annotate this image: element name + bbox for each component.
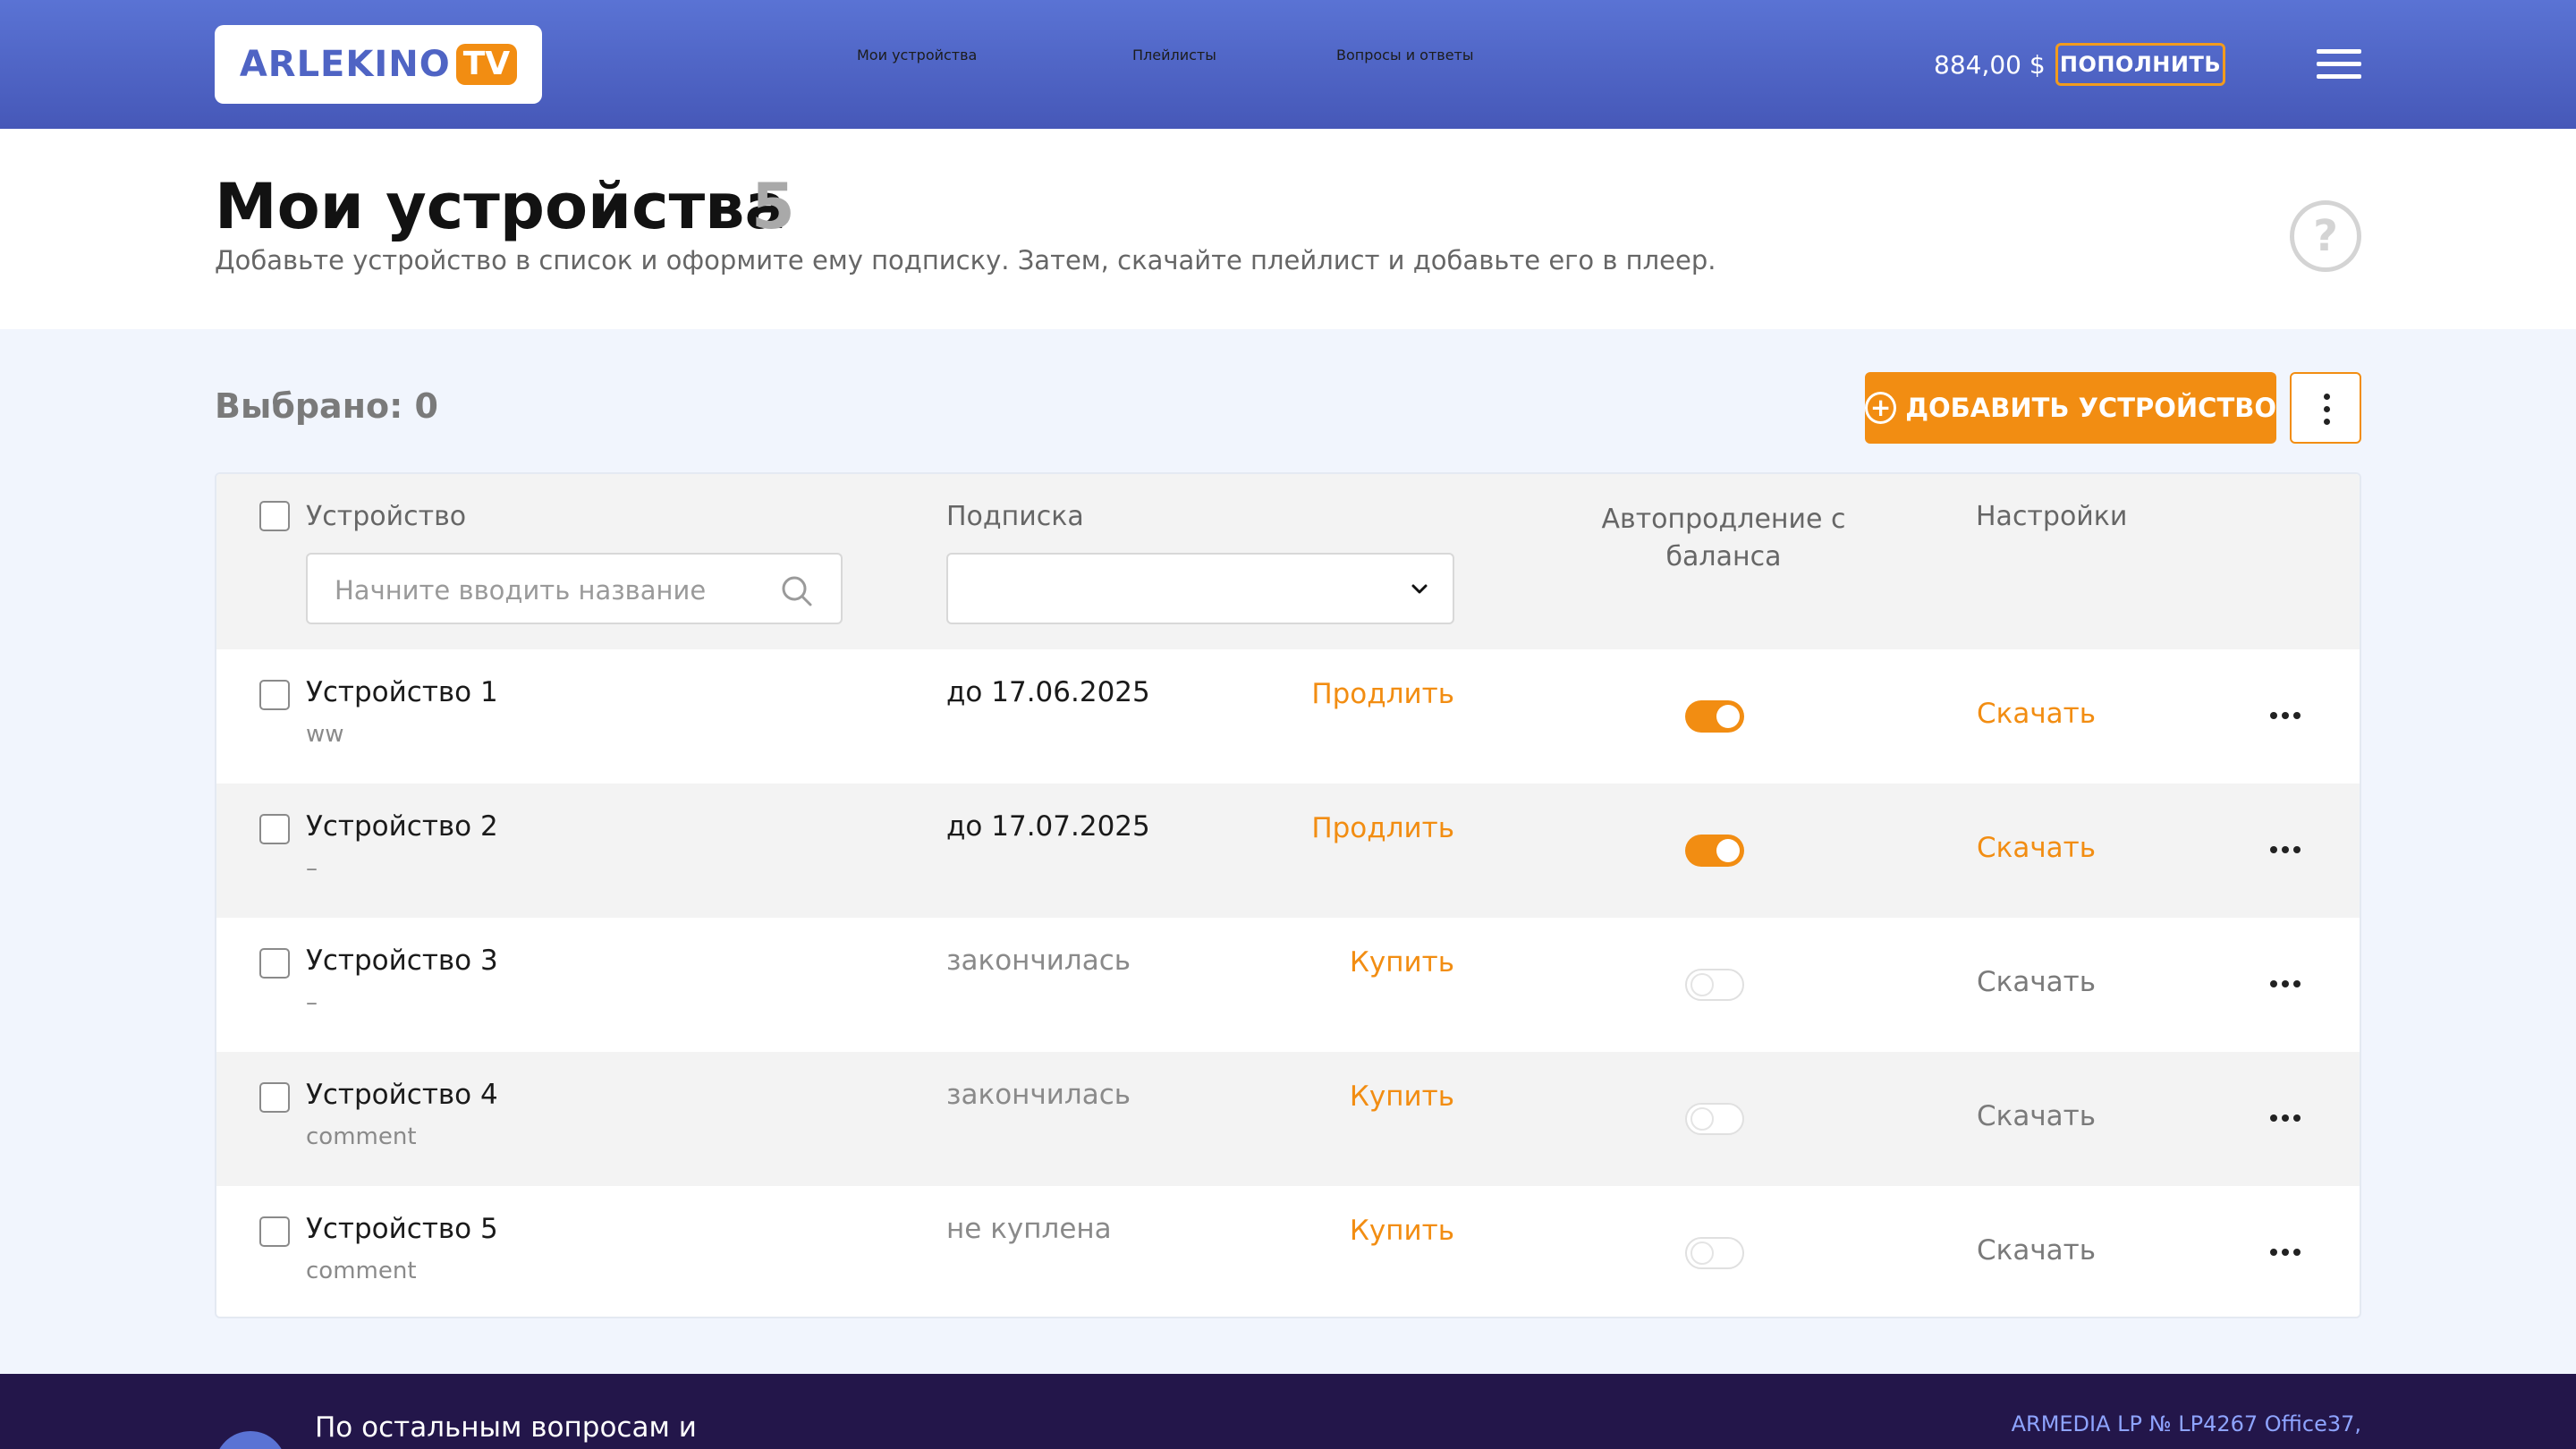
row-more-icon[interactable]	[2270, 846, 2302, 855]
subscription-status: закончилась	[946, 1079, 1131, 1111]
subscription-filter[interactable]	[946, 553, 1454, 624]
download-link[interactable]: Скачать	[1977, 698, 2096, 730]
device-name[interactable]: Устройство 1	[306, 676, 498, 708]
footer-support-text: По остальным вопросам и	[315, 1411, 697, 1444]
subscription-status: не куплена	[946, 1213, 1112, 1245]
row-checkbox[interactable]	[259, 1082, 290, 1113]
autorenew-toggle[interactable]	[1685, 1103, 1744, 1135]
search-input[interactable]	[335, 572, 764, 608]
table-row: Устройство 5 comment не куплена Купить С…	[216, 1186, 2360, 1317]
col-subscription: Подписка	[946, 501, 1084, 532]
top-header: ARLEKINO TV Мои устройства Плейлисты Воп…	[0, 0, 2576, 129]
add-device-label: ДОБАВИТЬ УСТРОЙСТВО	[1905, 393, 2276, 423]
subscription-status: до 17.06.2025	[946, 676, 1150, 708]
download-link[interactable]: Скачать	[1977, 1100, 2096, 1132]
table-row: Устройство 1 ww до 17.06.2025 Продлить С…	[216, 649, 2360, 784]
device-search[interactable]	[306, 553, 843, 624]
device-comment: comment	[306, 1123, 417, 1150]
device-comment: comment	[306, 1258, 417, 1284]
subscription-status: закончилась	[946, 945, 1131, 977]
search-icon	[782, 576, 812, 606]
device-comment: –	[306, 989, 318, 1016]
page-header: Мои устройства 5 Добавьте устройство в с…	[0, 129, 2576, 329]
row-checkbox[interactable]	[259, 948, 290, 979]
row-more-icon[interactable]	[2270, 1249, 2302, 1258]
select-all-checkbox[interactable]	[259, 501, 290, 531]
question-circle-icon[interactable]: ?	[2290, 200, 2361, 272]
device-name[interactable]: Устройство 5	[306, 1213, 498, 1245]
device-name[interactable]: Устройство 4	[306, 1079, 498, 1111]
device-comment: ww	[306, 721, 344, 748]
device-count: 5	[751, 170, 795, 243]
download-link[interactable]: Скачать	[1977, 966, 2096, 998]
table-row: Устройство 3 – закончилась Купить Скачат…	[216, 918, 2360, 1052]
buy-link[interactable]: Купить	[1222, 1215, 1454, 1247]
renew-link[interactable]: Продлить	[1222, 812, 1454, 844]
logo[interactable]: ARLEKINO TV	[215, 25, 542, 104]
nav-faq[interactable]: Вопросы и ответы	[1336, 47, 1474, 64]
more-options-button[interactable]	[2290, 372, 2361, 444]
row-checkbox[interactable]	[259, 1216, 290, 1247]
selected-count: Выбрано: 0	[215, 386, 438, 426]
footer: По остальным вопросам и ARMEDIA LP № LP4…	[0, 1374, 2576, 1449]
device-name[interactable]: Устройство 2	[306, 810, 498, 843]
autorenew-toggle[interactable]	[1685, 969, 1744, 1001]
plus-circle-icon: +	[1865, 392, 1897, 424]
row-checkbox[interactable]	[259, 680, 290, 710]
col-autorenew: Автопродление с баланса	[1601, 504, 1846, 572]
download-link[interactable]: Скачать	[1977, 832, 2096, 864]
topup-button[interactable]: ПОПОЛНИТЬ	[2055, 43, 2225, 86]
renew-link[interactable]: Продлить	[1222, 678, 1454, 710]
device-name[interactable]: Устройство 3	[306, 945, 498, 977]
nav-my-devices[interactable]: Мои устройства	[857, 47, 977, 64]
row-more-icon[interactable]	[2270, 980, 2302, 989]
subscription-status: до 17.07.2025	[946, 810, 1150, 843]
hamburger-icon[interactable]	[2317, 49, 2361, 80]
support-avatar	[215, 1431, 286, 1449]
add-device-button[interactable]: + ДОБАВИТЬ УСТРОЙСТВО	[1865, 372, 2276, 444]
col-device: Устройство	[306, 501, 467, 532]
row-checkbox[interactable]	[259, 814, 290, 844]
table-row: Устройство 2 – до 17.07.2025 Продлить Ск…	[216, 784, 2360, 918]
balance-amount: 884,00 $	[1934, 50, 2046, 80]
autorenew-toggle[interactable]	[1685, 835, 1744, 867]
page-title: Мои устройства	[215, 170, 787, 243]
autorenew-toggle[interactable]	[1685, 700, 1744, 733]
device-comment: –	[306, 855, 318, 882]
logo-text: ARLEKINO	[239, 44, 451, 85]
autorenew-toggle[interactable]	[1685, 1237, 1744, 1269]
logo-tv-badge: TV	[455, 44, 518, 85]
table-header: Устройство Подписка Автопродление с бала…	[216, 474, 2360, 649]
buy-link[interactable]: Купить	[1222, 1080, 1454, 1113]
row-more-icon[interactable]	[2270, 712, 2302, 721]
devices-table: Устройство Подписка Автопродление с бала…	[215, 472, 2361, 1318]
table-row: Устройство 4 comment закончилась Купить …	[216, 1052, 2360, 1186]
buy-link[interactable]: Купить	[1222, 946, 1454, 979]
page-subtitle: Добавьте устройство в список и оформите …	[215, 245, 1716, 275]
nav-playlists[interactable]: Плейлисты	[1132, 47, 1216, 64]
col-settings: Настройки	[1976, 501, 2128, 532]
chevron-down-icon	[1411, 584, 1428, 594]
download-link[interactable]: Скачать	[1977, 1234, 2096, 1267]
row-more-icon[interactable]	[2270, 1114, 2302, 1123]
footer-legal: ARMEDIA LP № LP4267 Office37,	[2011, 1411, 2361, 1436]
